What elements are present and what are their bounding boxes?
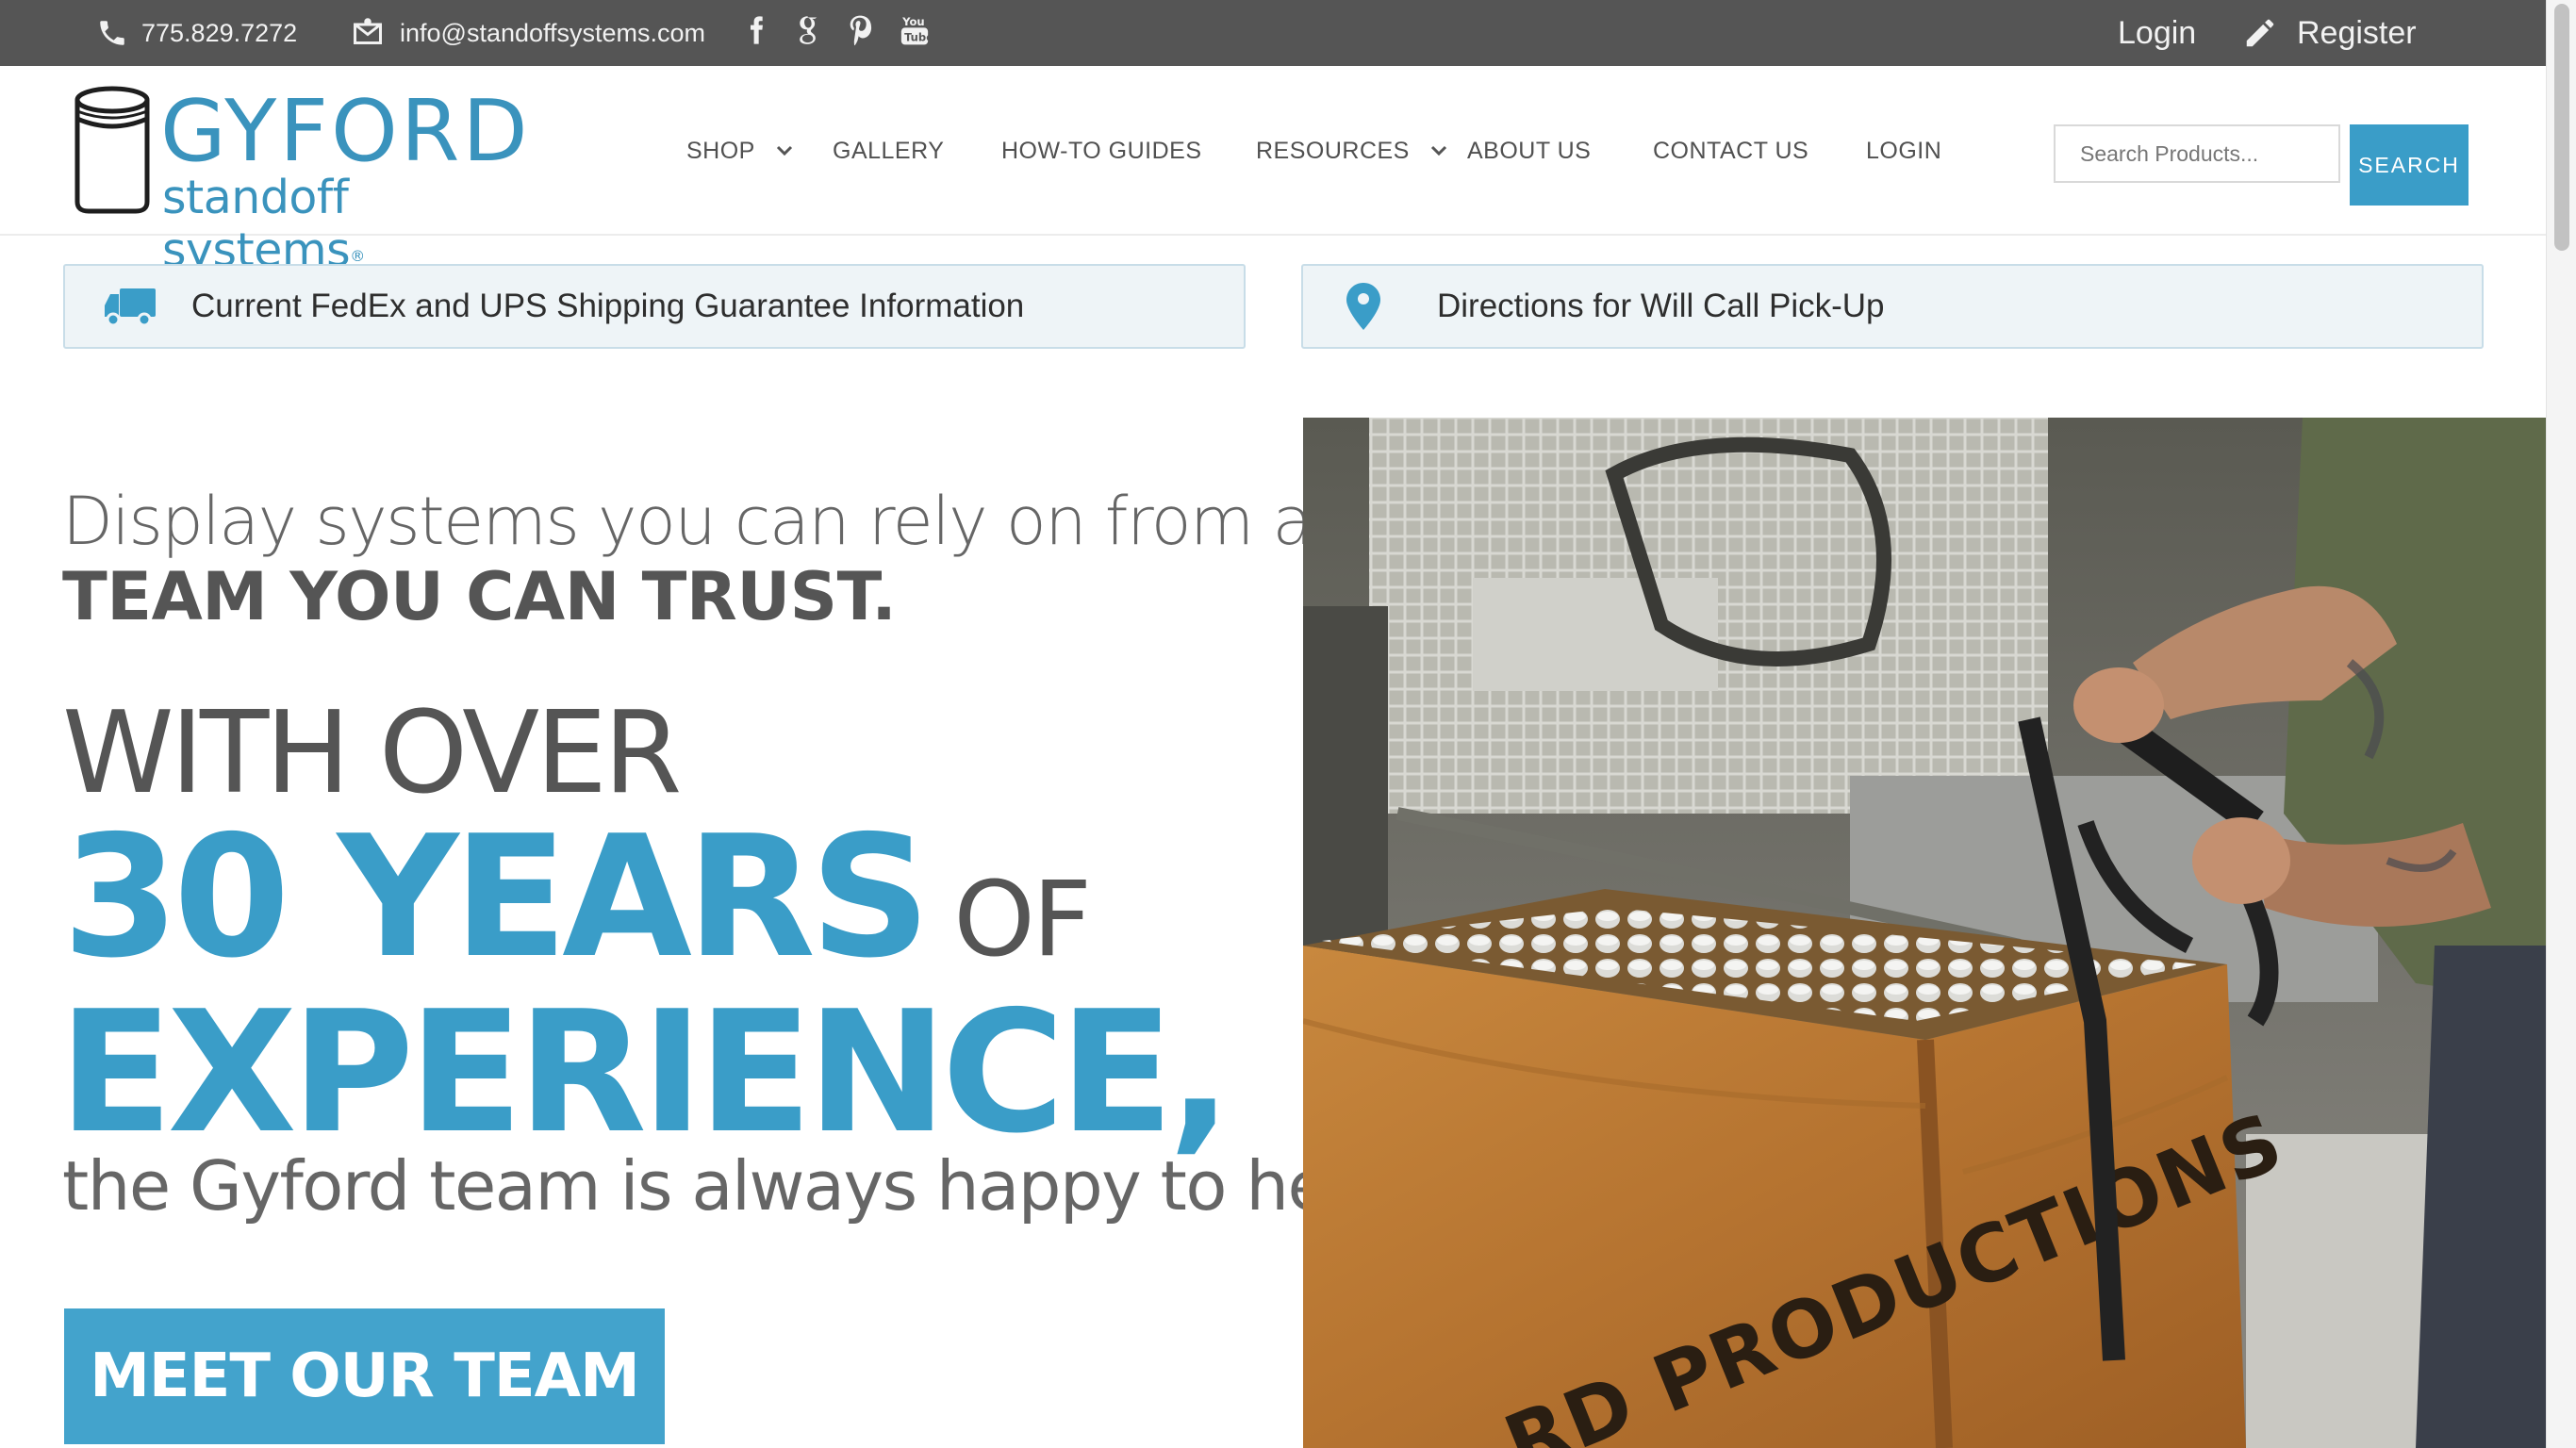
logo-name: GYFORD xyxy=(160,82,531,181)
nav-item-about-us[interactable]: ABOUT US xyxy=(1467,66,1591,236)
chevron-down-icon xyxy=(776,145,792,156)
chevron-down-icon xyxy=(1430,145,1446,156)
shipping-info-banner[interactable]: Current FedEx and UPS Shipping Guarantee… xyxy=(63,264,1246,349)
nav-item-contact-us[interactable]: CONTACT US xyxy=(1653,66,1808,236)
login-link[interactable]: Login xyxy=(2118,0,2196,66)
nav-item-resources[interactable]: RESOURCES xyxy=(1256,66,1447,236)
meet-our-team-button[interactable]: MEET OUR TEAM xyxy=(64,1308,665,1444)
register-link[interactable]: Register xyxy=(2242,0,2417,66)
email-contact[interactable]: info@standoffsystems.com xyxy=(351,0,705,66)
facebook-icon[interactable] xyxy=(737,9,775,51)
search-button[interactable]: SEARCH xyxy=(2350,124,2469,206)
nav-item-shop[interactable]: SHOP xyxy=(686,66,793,236)
pencil-icon xyxy=(2246,19,2274,47)
hero-tagline: Display systems you can rely on from a xyxy=(62,483,1313,560)
hero-photo: RD PRODUCTIONS xyxy=(1303,418,2546,1448)
map-pin-icon xyxy=(1346,283,1380,330)
logo-subtitle-text: standoff systems xyxy=(162,171,351,277)
hero-years-line: 30 YEARS OF xyxy=(62,799,1092,995)
phone-number: 775.829.7272 xyxy=(141,18,298,47)
hero-help-line: the Gyford team is always happy to help! xyxy=(62,1146,1414,1226)
directions-text: Directions for Will Call Pick-Up xyxy=(1437,288,1885,324)
pinterest-icon[interactable] xyxy=(841,9,879,51)
svg-text:Tube: Tube xyxy=(904,31,930,44)
registered-mark: ® xyxy=(350,247,365,265)
directions-banner[interactable]: Directions for Will Call Pick-Up xyxy=(1301,264,2484,349)
scrollbar-thumb[interactable] xyxy=(2554,4,2569,251)
google-plus-icon[interactable] xyxy=(788,9,826,51)
phone-icon xyxy=(100,21,124,45)
email-icon xyxy=(354,18,382,44)
truck-icon xyxy=(105,288,156,327)
logo-subtitle: standoff systems® xyxy=(162,172,507,277)
nav-item-how-to-guides[interactable]: HOW-TO GUIDES xyxy=(1001,66,1202,236)
workshop-photo: RD PRODUCTIONS xyxy=(1303,418,2546,1448)
hero-experience: EXPERIENCE, xyxy=(58,975,1232,1170)
phone-contact[interactable]: 775.829.7272 xyxy=(96,0,297,66)
top-bar: 775.829.7272 info@standoffsystems.com Yo… xyxy=(0,0,2546,66)
svg-text:You: You xyxy=(901,15,925,28)
nav-item-gallery[interactable]: GALLERY xyxy=(833,66,944,236)
email-address: info@standoffsystems.com xyxy=(400,18,706,47)
hero-tagline-strong: TEAM YOU CAN TRUST. xyxy=(62,558,897,635)
hero-years: 30 YEARS xyxy=(62,799,931,995)
register-label: Register xyxy=(2297,14,2417,51)
nav-label-resources: RESOURCES xyxy=(1256,137,1410,164)
page-scrollbar[interactable] xyxy=(2546,0,2576,1448)
shipping-info-text: Current FedEx and UPS Shipping Guarantee… xyxy=(191,288,1025,324)
youtube-icon[interactable]: You Tube xyxy=(896,9,933,51)
jar-logo-icon xyxy=(74,86,150,214)
nav-item-login[interactable]: LOGIN xyxy=(1866,66,1941,236)
hero-of: OF xyxy=(953,859,1092,979)
nav-label-shop: SHOP xyxy=(686,137,755,164)
search-input[interactable] xyxy=(2054,124,2340,183)
gyford-logo[interactable]: GYFORD standoff systems® xyxy=(74,85,528,277)
site-header: GYFORD standoff systems® SHOP GALLERY HO… xyxy=(0,66,2546,277)
